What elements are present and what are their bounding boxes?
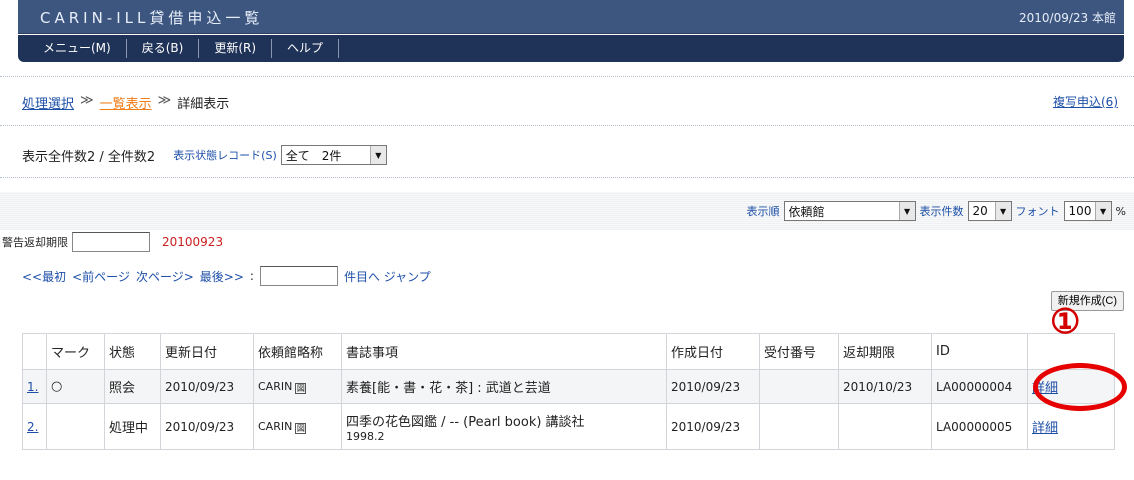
column-header: 状態	[104, 333, 161, 370]
pager-colon: :	[249, 269, 254, 283]
id-cell: LA00000005	[931, 403, 1028, 450]
font-size-label: フォント	[1015, 205, 1060, 218]
font-size-unit: %	[1115, 204, 1126, 218]
column-header: 返却期限	[838, 333, 932, 370]
receipt-number-cell	[759, 403, 839, 450]
breadcrumb: 処理選択 ≫ 一覧表示 ≫ 詳細表示	[22, 93, 229, 112]
library-cell: CARIN 図	[253, 369, 342, 404]
library-name: CARIN	[258, 379, 293, 393]
library-name: CARIN	[258, 419, 293, 433]
updated-date-cell: 2010/09/23	[160, 403, 254, 450]
request-table: マーク 状態 更新日付 依頼館略称 書誌事項 作成日付 受付番号 返却期限 ID…	[22, 333, 1115, 450]
sort-order-select[interactable]: 依頼館 ▼	[783, 201, 916, 221]
due-date-cell	[838, 403, 932, 450]
library-icon: 図	[295, 382, 307, 394]
sort-order-label: 表示順	[746, 205, 780, 218]
record-count: 表示全件数2 / 全件数2	[22, 149, 156, 165]
status-cell: 照会	[104, 369, 161, 404]
column-header: ID	[931, 333, 1028, 370]
pager-prev-link[interactable]: <前ページ	[72, 268, 130, 285]
pager-first-link[interactable]: <<最初	[22, 268, 66, 285]
copy-request-link[interactable]: 複写申込(6)	[1053, 93, 1118, 110]
bibliographic-cell: 素養[能・書・花・茶] : 武道と芸道	[341, 369, 667, 404]
pager: <<最初 <前ページ 次ページ> 最後>> : 件目へ ジャンプ	[22, 266, 431, 286]
status-filter-value: 全て 2件	[285, 148, 342, 163]
mark-cell: ○	[46, 369, 105, 404]
row-number-link[interactable]: 2.	[22, 403, 47, 450]
breadcrumb-process-select[interactable]: 処理選択	[22, 93, 74, 112]
column-header: 作成日付	[666, 333, 760, 370]
jump-input[interactable]	[259, 266, 338, 286]
menu-bar: メニュー(M) 戻る(B) 更新(R) ヘルプ	[18, 35, 1124, 62]
menu-item-back[interactable]: 戻る(B)	[127, 39, 200, 58]
app-header: CARIN-ILL貸借申込一覧 2010/09/23 本館	[18, 0, 1124, 34]
column-header: 更新日付	[160, 333, 254, 370]
app-title: CARIN-ILL貸借申込一覧	[40, 9, 264, 27]
row-number-link[interactable]: 1.	[22, 369, 47, 404]
page-size-label: 表示件数	[919, 205, 964, 218]
font-size-select[interactable]: 100 ▼	[1063, 201, 1112, 221]
table-header-row: マーク 状態 更新日付 依頼館略称 書誌事項 作成日付 受付番号 返却期限 ID	[22, 333, 1115, 370]
mark-cell	[46, 403, 105, 450]
warning-due-input[interactable]	[72, 232, 150, 252]
created-date-cell: 2010/09/23	[666, 369, 760, 404]
table-row[interactable]: 1. ○ 照会 2010/09/23 CARIN 図 素養[能・書・花・茶] : …	[22, 369, 1115, 404]
font-size-value: 100	[1068, 204, 1092, 218]
menu-item-help[interactable]: ヘルプ	[272, 39, 340, 58]
menu-item-refresh[interactable]: 更新(R)	[199, 39, 273, 58]
created-date-cell: 2010/09/23	[666, 403, 760, 450]
display-options: 表示順 依頼館 ▼ 表示件数 20 ▼ フォント 100 ▼ %	[747, 201, 1126, 221]
status-filter-label: 表示状態レコード(S)	[173, 149, 277, 162]
bibliographic-cell: 四季の花色図鑑 / -- (Pearl book) 講談社 1998.2	[341, 403, 667, 450]
receipt-number-cell	[759, 369, 839, 404]
date-library: 2010/09/23 本館	[1019, 11, 1116, 25]
table-row[interactable]: 2. 処理中 2010/09/23 CARIN 図 四季の花色図鑑 / -- (P…	[22, 403, 1115, 450]
breadcrumb-detail-view: 詳細表示	[177, 97, 230, 112]
page-size-value: 20	[972, 204, 988, 218]
bib-title: 四季の花色図鑑 / -- (Pearl book) 講談社	[346, 414, 585, 430]
library-icon: 図	[295, 422, 307, 434]
status-filter-select[interactable]: 全て 2件 ▼	[280, 145, 387, 165]
id-cell: LA00000004	[931, 369, 1028, 404]
library-cell: CARIN 図	[253, 403, 342, 450]
dropdown-arrow-icon: ▼	[369, 146, 386, 164]
divider	[0, 76, 1134, 77]
column-header	[22, 333, 47, 370]
sort-order-value: 依頼館	[788, 204, 825, 219]
status-cell: 処理中	[104, 403, 161, 450]
column-header: 書誌事項	[341, 333, 667, 370]
pager-last-link[interactable]: 最後>>	[200, 268, 244, 285]
breadcrumb-list-view[interactable]: 一覧表示	[100, 93, 152, 112]
page-size-select[interactable]: 20 ▼	[967, 201, 1012, 221]
warning-due-label: 警告返却期限	[2, 236, 68, 249]
divider	[0, 125, 1134, 126]
warning-row: 警告返却期限 20100923	[2, 232, 223, 252]
column-header: 依頼館略称	[253, 333, 342, 370]
divider	[0, 177, 1134, 178]
column-header: マーク	[46, 333, 105, 370]
dropdown-arrow-icon: ▼	[898, 202, 915, 220]
pager-next-link[interactable]: 次ページ>	[136, 268, 194, 285]
bib-date: 1998.2	[346, 429, 385, 443]
menu-item-menu[interactable]: メニュー(M)	[28, 39, 127, 58]
due-date-cell: 2010/10/23	[838, 369, 932, 404]
breadcrumb-separator: ≫	[80, 93, 94, 108]
jump-link[interactable]: 件目へ ジャンプ	[344, 268, 431, 285]
annotation-number: ①	[1050, 302, 1081, 342]
column-header: 受付番号	[759, 333, 839, 370]
warning-due-date: 20100923	[162, 235, 224, 249]
count-row: 表示全件数2 / 全件数2 表示状態レコード(S) 全て 2件 ▼	[22, 145, 387, 165]
dropdown-arrow-icon: ▼	[1094, 202, 1111, 220]
updated-date-cell: 2010/09/23	[160, 369, 254, 404]
detail-link[interactable]: 詳細	[1032, 421, 1058, 436]
breadcrumb-separator: ≫	[157, 93, 172, 108]
annotation-circle	[1033, 363, 1127, 411]
dropdown-arrow-icon: ▼	[994, 202, 1011, 220]
